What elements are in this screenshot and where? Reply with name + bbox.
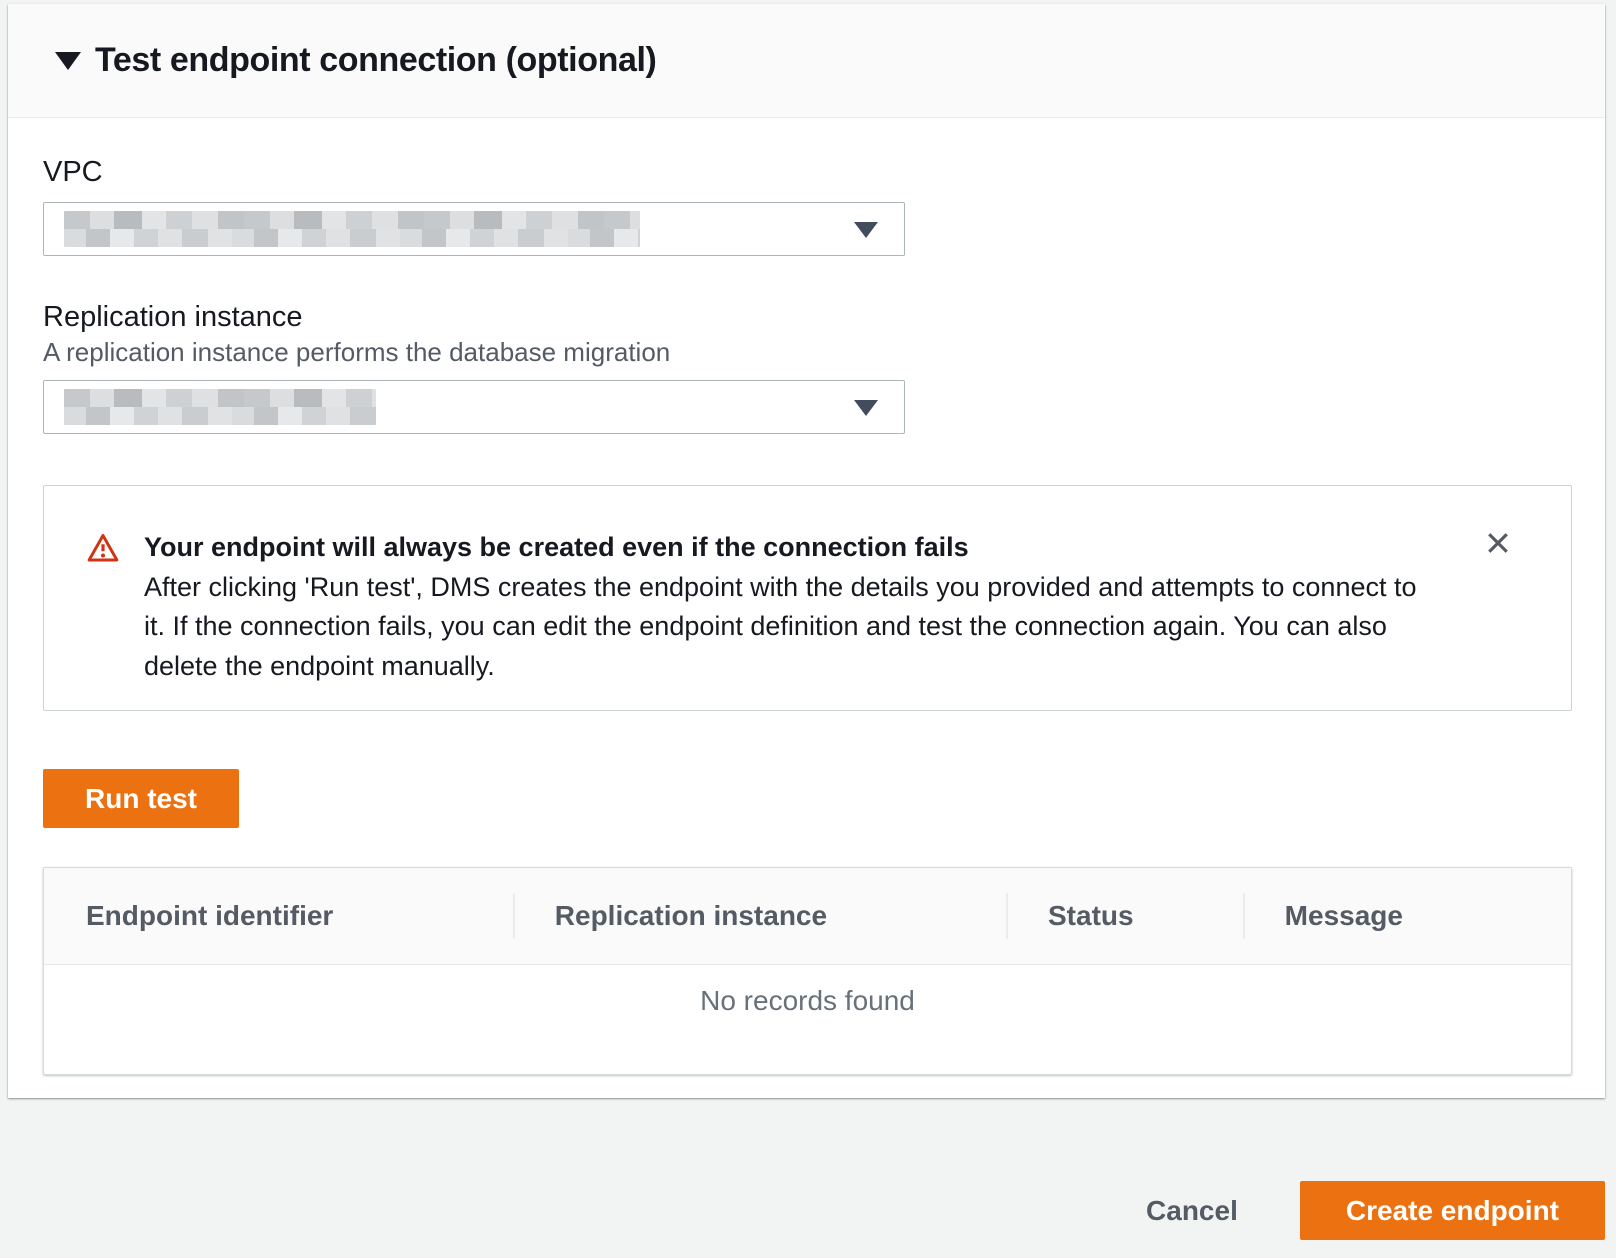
section-body: VPC Replication instance A replication i…	[8, 118, 1605, 1115]
dropdown-caret-icon	[854, 400, 878, 416]
table-empty-state: No records found	[44, 965, 1571, 1074]
form-actions-footer: Cancel Create endpoint	[8, 1181, 1605, 1240]
vpc-redacted-value	[64, 211, 640, 247]
test-endpoint-connection-panel: Test endpoint connection (optional) VPC …	[8, 4, 1605, 1098]
warning-triangle-icon	[87, 532, 119, 569]
close-icon[interactable]	[1483, 528, 1513, 558]
replication-instance-redacted-value	[64, 389, 376, 425]
collapse-caret-icon	[55, 52, 81, 70]
alert-text: Your endpoint will always be created eve…	[144, 528, 1444, 686]
section-header[interactable]: Test endpoint connection (optional)	[8, 4, 1605, 118]
table-header-row: Endpoint identifier Replication instance…	[44, 868, 1571, 965]
warning-alert: Your endpoint will always be created eve…	[43, 485, 1572, 711]
replication-instance-description: A replication instance performs the data…	[43, 339, 1573, 365]
vpc-label: VPC	[43, 158, 1573, 187]
test-results-table: Endpoint identifier Replication instance…	[43, 867, 1572, 1075]
column-header-status: Status	[1006, 868, 1243, 964]
alert-title: Your endpoint will always be created eve…	[144, 528, 1444, 568]
section-title: Test endpoint connection (optional)	[95, 41, 656, 80]
column-header-replication-instance: Replication instance	[513, 868, 1006, 964]
cancel-button[interactable]: Cancel	[1146, 1195, 1238, 1227]
column-header-endpoint-identifier: Endpoint identifier	[44, 868, 513, 964]
vpc-select[interactable]	[43, 202, 905, 256]
alert-body: After clicking 'Run test', DMS creates t…	[144, 568, 1444, 687]
create-endpoint-button[interactable]: Create endpoint	[1300, 1181, 1605, 1240]
no-records-text: No records found	[700, 985, 915, 1074]
column-header-message: Message	[1243, 868, 1571, 964]
replication-instance-label: Replication instance	[43, 303, 1573, 332]
dropdown-caret-icon	[854, 222, 878, 238]
replication-instance-select[interactable]	[43, 380, 905, 434]
run-test-button[interactable]: Run test	[43, 769, 239, 828]
